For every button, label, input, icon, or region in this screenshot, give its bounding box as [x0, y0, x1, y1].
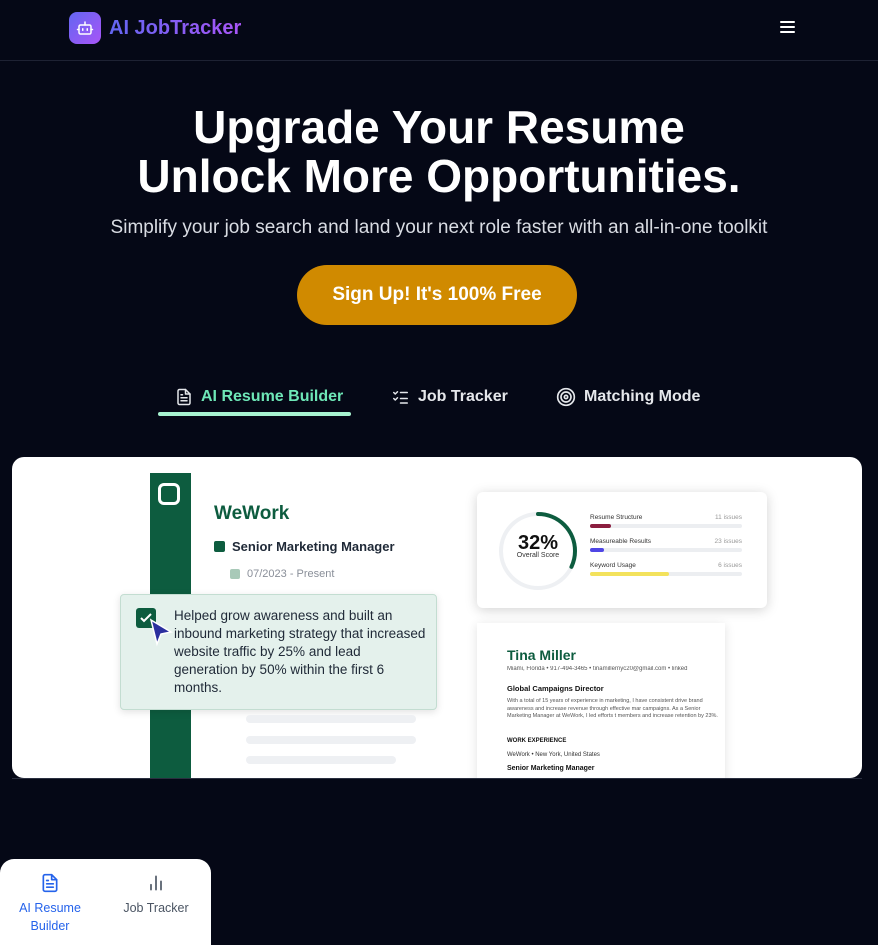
score-label: Overall Score: [516, 552, 560, 559]
bottom-nav-label: Job Tracker: [123, 901, 189, 915]
metric-fill: [590, 548, 604, 552]
skeleton-line: [246, 756, 396, 764]
resume-builder-preview: WeWork Senior Marketing Manager 07/2023 …: [12, 457, 862, 778]
document-icon: [42, 873, 58, 893]
experience-dates: 07/2023 - Present: [230, 568, 334, 580]
bar-chart-icon: [150, 875, 162, 891]
resume-page: Tina Miller Miami, Florida • 917-494-346…: [477, 623, 725, 778]
tab-label: Job Tracker: [418, 388, 508, 405]
checklist-icon: [393, 391, 408, 404]
bottom-nav-job-tracker[interactable]: Job Tracker: [106, 873, 206, 917]
cursor-icon: [149, 618, 174, 647]
document-icon: [177, 388, 191, 406]
role-text: Senior Marketing Manager: [232, 539, 395, 554]
tab-ai-resume-builder[interactable]: AI Resume Builder: [175, 377, 343, 417]
hero-subtitle: Simplify your job search and land your n…: [110, 217, 768, 238]
tab-job-tracker[interactable]: Job Tracker: [391, 377, 508, 417]
hero-title: Upgrade Your Resume Unlock More Opportun…: [0, 103, 878, 201]
metric-fill: [590, 572, 670, 576]
resume-role: Senior Marketing Manager: [507, 765, 595, 772]
metric-name: Keyword Usage: [590, 562, 636, 569]
bottom-nav: AI Resume Builder Job Tracker: [0, 859, 211, 945]
resume-title: Global Campaigns Director: [507, 684, 604, 693]
metric-name: Measureable Results: [590, 538, 652, 545]
hero-title-line2: Unlock More Opportunities.: [137, 150, 741, 202]
app-name: AI JobTracker: [109, 16, 242, 39]
experience-role: Senior Marketing Manager: [214, 539, 395, 554]
dates-text: 07/2023 - Present: [247, 568, 335, 580]
signup-button[interactable]: Sign Up! It's 100% Free: [297, 265, 577, 325]
bottom-nav-label: AI Resume Builder: [19, 901, 81, 933]
skeleton-line: [246, 715, 416, 723]
metric-issues: 6 issues: [718, 562, 742, 569]
metric-fill: [590, 524, 612, 528]
experience-company: WeWork: [214, 503, 290, 524]
score-card: 32% Overall Score Resume Structure 11 is…: [477, 492, 767, 608]
metric-resume-structure: Resume Structure 11 issues: [590, 514, 742, 528]
metric-name: Resume Structure: [590, 514, 643, 521]
logo[interactable]: AI JobTracker: [69, 12, 241, 44]
active-tab-indicator: [158, 412, 351, 416]
checkbox-icon: [214, 541, 225, 552]
resume-section-heading: WORK EXPERIENCE: [507, 738, 567, 744]
hero-title-line1: Upgrade Your Resume: [193, 101, 685, 153]
metric-keyword-usage: Keyword Usage 6 issues: [590, 562, 742, 576]
metric-issues: 11 issues: [715, 514, 742, 521]
brand-mark-icon: [158, 483, 180, 505]
divider: [12, 778, 862, 779]
resume-company: WeWork • New York, United States: [507, 752, 600, 758]
skeleton-line: [246, 736, 416, 744]
robot-icon: [69, 12, 101, 44]
metric-measurable-results: Measureable Results 23 issues: [590, 538, 742, 552]
resume-summary: With a total of 15 years of experience i…: [507, 698, 718, 719]
top-header: AI JobTracker: [0, 0, 878, 61]
tab-label: Matching Mode: [584, 388, 701, 405]
checkbox-icon: [230, 569, 240, 579]
target-icon: [556, 387, 576, 407]
resume-contact: Miami, Florida • 917-494-3465 • tinamill…: [507, 666, 688, 672]
resume-name: Tina Miller: [507, 647, 576, 663]
bullet-text: Helped grow awareness and built an inbou…: [174, 608, 426, 695]
bottom-nav-ai-resume-builder[interactable]: AI Resume Builder: [0, 873, 100, 935]
bullet-suggestion-card: Helped grow awareness and built an inbou…: [120, 594, 437, 710]
hamburger-icon[interactable]: [776, 18, 798, 38]
tab-matching-mode[interactable]: Matching Mode: [556, 377, 700, 417]
tab-label: AI Resume Builder: [201, 388, 344, 405]
metric-issues: 23 issues: [714, 538, 742, 545]
